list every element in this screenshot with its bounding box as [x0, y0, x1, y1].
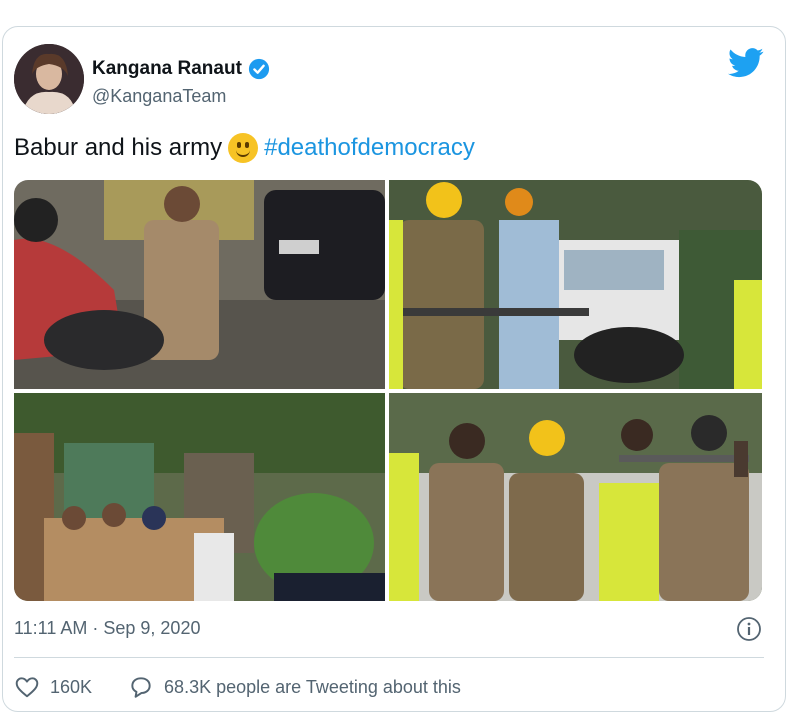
like-button[interactable]: 160K: [14, 674, 92, 700]
tweet-actions: 160K 68.3K people are Tweeting about thi…: [14, 674, 497, 700]
user-handle[interactable]: @KanganaTeam: [92, 86, 226, 107]
verified-badge-icon: [248, 58, 270, 80]
photo-workers-street[interactable]: [389, 393, 762, 601]
display-name[interactable]: Kangana Ranaut: [92, 58, 242, 80]
tweeting-text: 68.3K people are Tweeting about this: [164, 676, 461, 697]
twitter-bird-icon[interactable]: [728, 48, 764, 78]
divider: [14, 657, 764, 658]
info-icon[interactable]: [736, 616, 762, 642]
tweet-text-row: Babur and his army #deathofdemocracy: [14, 133, 475, 163]
tweeting-link[interactable]: 68.3K people are Tweeting about this: [128, 674, 461, 700]
slightly-smiling-face-emoji: [228, 133, 259, 163]
photo-police-gate[interactable]: [14, 393, 385, 601]
photo-workers-hammer[interactable]: [389, 180, 762, 389]
tweet-text: Babur and his army: [14, 134, 223, 161]
hashtag-link[interactable]: #deathofdemocracy: [264, 134, 475, 162]
media-grid[interactable]: [14, 180, 762, 601]
like-count: 160K: [50, 676, 93, 697]
speech-bubble-icon: [131, 677, 151, 698]
tweet-timestamp[interactable]: 11:11 AM · Sep 9, 2020: [14, 618, 200, 639]
avatar[interactable]: [14, 44, 84, 114]
heart-icon: [15, 677, 39, 698]
display-name-row[interactable]: Kangana Ranaut: [92, 58, 270, 80]
photo-police-motorcycle[interactable]: [14, 180, 385, 389]
